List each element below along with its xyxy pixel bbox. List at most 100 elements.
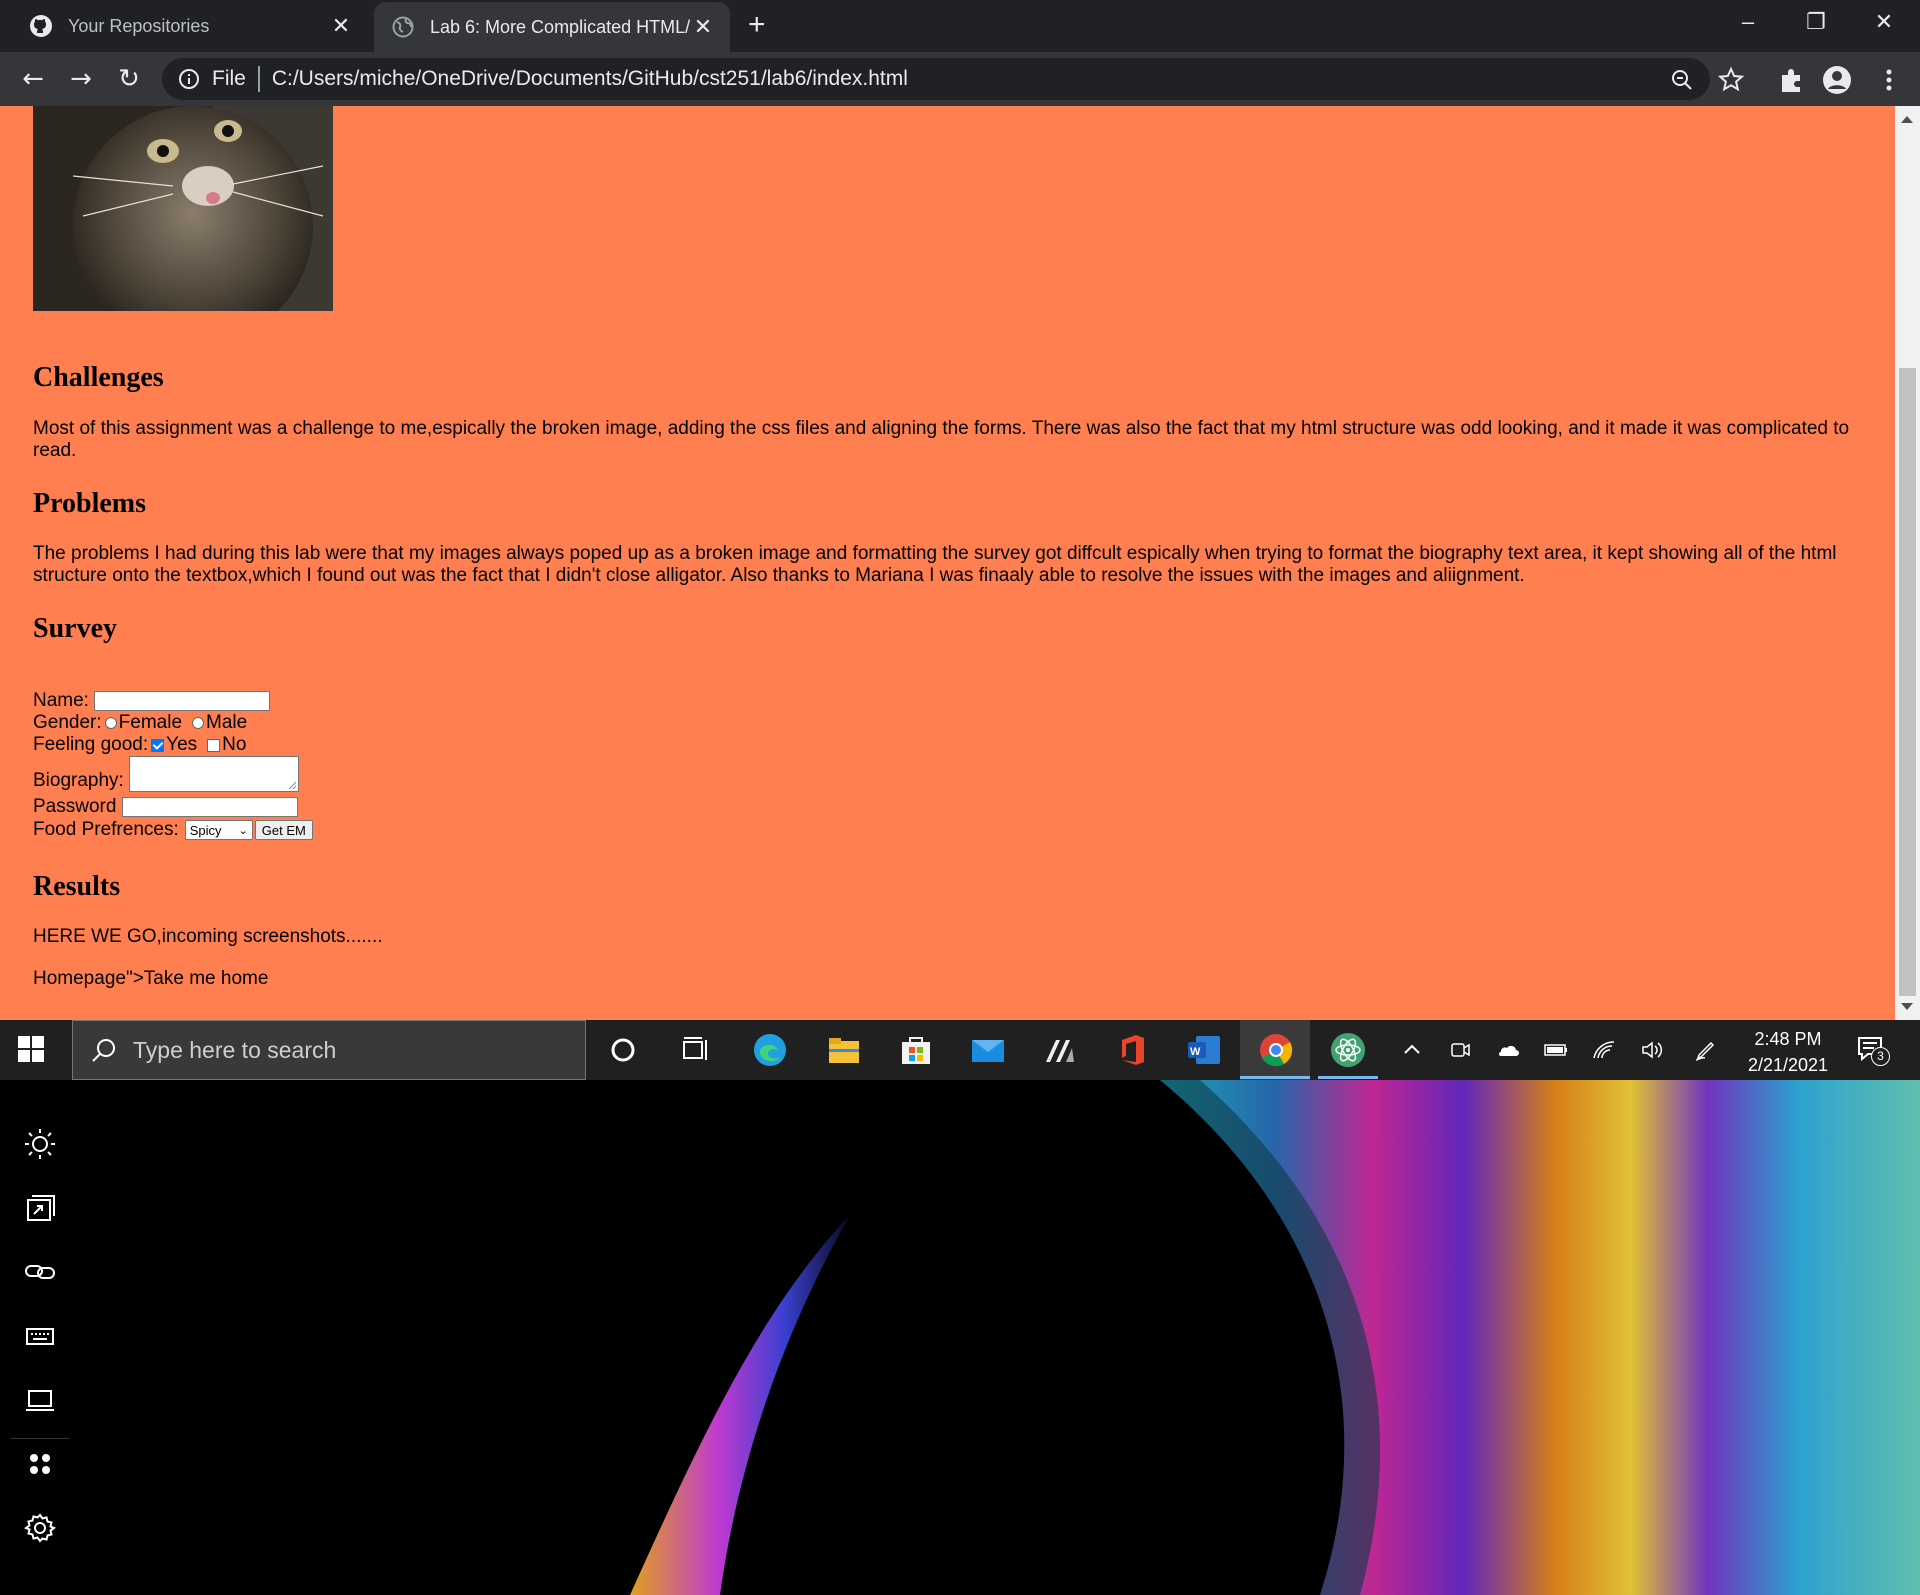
tab-lab6[interactable]: Lab 6: More Complicated HTML/ ✕: [374, 2, 730, 52]
feeling-row: Feeling good: Yes No: [33, 734, 246, 756]
clock[interactable]: 2:48 PM 2/21/2021: [1728, 1026, 1848, 1078]
keyboard-icon[interactable]: [24, 1320, 56, 1352]
app-aa-icon[interactable]: [1042, 1032, 1078, 1068]
link-icon[interactable]: [24, 1256, 56, 1288]
feeling-label: Feeling good:: [33, 734, 149, 755]
github-icon: [28, 13, 54, 39]
more-menu-icon[interactable]: [1874, 65, 1904, 95]
food-label: Food Prefrences:: [33, 819, 179, 840]
volume-icon[interactable]: [1640, 1038, 1664, 1062]
forward-icon[interactable]: →: [66, 64, 96, 94]
gender-row: Gender: Female Male: [33, 712, 247, 734]
mail-icon[interactable]: [970, 1032, 1006, 1068]
url-text[interactable]: C:/Users/miche/OneDrive/Documents/GitHub…: [272, 67, 908, 91]
close-tab-icon[interactable]: ✕: [690, 14, 716, 40]
name-input[interactable]: [93, 691, 270, 711]
windows-start-icon[interactable]: [18, 1036, 44, 1062]
battery-icon[interactable]: [1544, 1038, 1568, 1062]
food-select[interactable]: Spicy ⌄: [184, 820, 253, 840]
cortana-icon[interactable]: [605, 1032, 641, 1068]
laptop-icon[interactable]: [24, 1384, 56, 1416]
chevron-down-icon: ⌄: [238, 824, 248, 837]
onedrive-icon[interactable]: [1496, 1038, 1520, 1062]
notification-center-icon[interactable]: 3: [1856, 1034, 1890, 1066]
name-row: Name:: [33, 690, 270, 712]
results-heading: Results: [33, 871, 121, 902]
name-label: Name:: [33, 690, 89, 711]
gender-female-radio[interactable]: [104, 717, 117, 729]
screen-send-icon[interactable]: [24, 1192, 56, 1224]
feeling-no-checkbox[interactable]: [207, 738, 221, 752]
cat-photo: [33, 106, 333, 311]
chrome-icon[interactable]: [1258, 1032, 1294, 1068]
biography-label: Biography:: [33, 770, 124, 791]
address-bar[interactable]: File C:/Users/miche/OneDrive/Documents/G…: [162, 58, 1710, 100]
problems-heading: Problems: [33, 488, 147, 519]
edge-icon[interactable]: [752, 1032, 788, 1068]
profile-avatar-icon[interactable]: [1822, 65, 1852, 95]
tab-title: Lab 6: More Complicated HTML/: [430, 16, 690, 37]
survey-heading: Survey: [33, 613, 117, 644]
home-link[interactable]: Homepage">Take me home: [33, 968, 1863, 990]
food-selected-value: Spicy: [189, 822, 222, 838]
scroll-down-icon[interactable]: [1901, 1003, 1913, 1010]
apps-grid-icon[interactable]: [24, 1448, 56, 1480]
atom-icon[interactable]: [1330, 1032, 1366, 1068]
challenges-text: Most of this assignment was a challenge …: [33, 418, 1850, 461]
search-icon: [92, 1039, 115, 1062]
notification-count-badge: 3: [1871, 1047, 1890, 1066]
info-icon[interactable]: [178, 68, 200, 90]
word-icon[interactable]: W: [1186, 1032, 1222, 1068]
clock-time: 2:48 PM: [1754, 1029, 1822, 1049]
feeling-no-label: No: [222, 734, 247, 755]
bookmark-star-icon[interactable]: [1716, 65, 1746, 95]
gear-icon[interactable]: [24, 1512, 56, 1544]
reload-icon[interactable]: ↻: [114, 64, 144, 94]
pen-icon[interactable]: [1694, 1038, 1718, 1062]
close-window-icon[interactable]: ✕: [1854, 4, 1914, 40]
feeling-yes-checkbox[interactable]: [151, 738, 165, 752]
scroll-up-icon[interactable]: [1901, 116, 1913, 123]
restore-icon[interactable]: ❐: [1786, 4, 1846, 40]
gender-male-label: Male: [206, 712, 248, 733]
store-icon[interactable]: [898, 1032, 934, 1068]
tab-your-repositories[interactable]: Your Repositories ✕: [12, 0, 368, 52]
wifi-icon[interactable]: [1592, 1038, 1616, 1062]
back-icon[interactable]: ←: [18, 64, 48, 94]
resize-handle-icon[interactable]: [288, 781, 297, 790]
biography-textarea[interactable]: [128, 756, 299, 792]
gender-label: Gender:: [33, 712, 102, 733]
taskbar-search-box[interactable]: Type here to search: [72, 1020, 586, 1080]
divider: [257, 66, 260, 92]
chevron-up-icon[interactable]: [1400, 1038, 1424, 1062]
gender-female-label: Female: [118, 712, 183, 733]
scheme-label: File: [212, 67, 246, 90]
page-scrollbar[interactable]: [1895, 106, 1920, 1020]
file-explorer-icon[interactable]: [826, 1032, 862, 1068]
food-row: Food Prefrences: Spicy ⌄ Get EM: [33, 819, 313, 841]
chrome-running-indicator: [1240, 1076, 1310, 1079]
sidebar-divider: [10, 1438, 70, 1439]
password-input[interactable]: [122, 797, 299, 817]
gender-male-radio[interactable]: [192, 717, 205, 729]
taskbar: Type here to search W 2:48 PM 2/21/2021 …: [0, 1020, 1920, 1080]
new-tab-icon[interactable]: +: [748, 8, 766, 42]
meet-now-icon[interactable]: [1448, 1038, 1472, 1062]
close-tab-icon[interactable]: ✕: [328, 13, 354, 39]
feeling-yes-label: Yes: [166, 734, 198, 755]
office-icon[interactable]: [1114, 1032, 1150, 1068]
extensions-icon[interactable]: [1776, 65, 1806, 95]
brightness-icon[interactable]: [24, 1128, 56, 1160]
scroll-thumb[interactable]: [1899, 368, 1916, 996]
zoom-icon[interactable]: [1670, 68, 1694, 92]
results-text: HERE WE GO,incoming screenshots.......: [33, 926, 383, 947]
tab-title: Your Repositories: [68, 15, 210, 36]
desktop: [0, 1080, 1920, 1595]
task-view-icon[interactable]: [678, 1032, 714, 1068]
get-em-button[interactable]: Get EM: [254, 820, 313, 840]
biography-row: Biography:: [33, 756, 299, 792]
minimize-icon[interactable]: –: [1718, 4, 1778, 40]
challenges-heading: Challenges: [33, 362, 164, 393]
browser-toolbar: ← → ↻ File C:/Users/miche/OneDrive/Docum…: [0, 52, 1920, 106]
atom-running-indicator: [1318, 1076, 1378, 1079]
